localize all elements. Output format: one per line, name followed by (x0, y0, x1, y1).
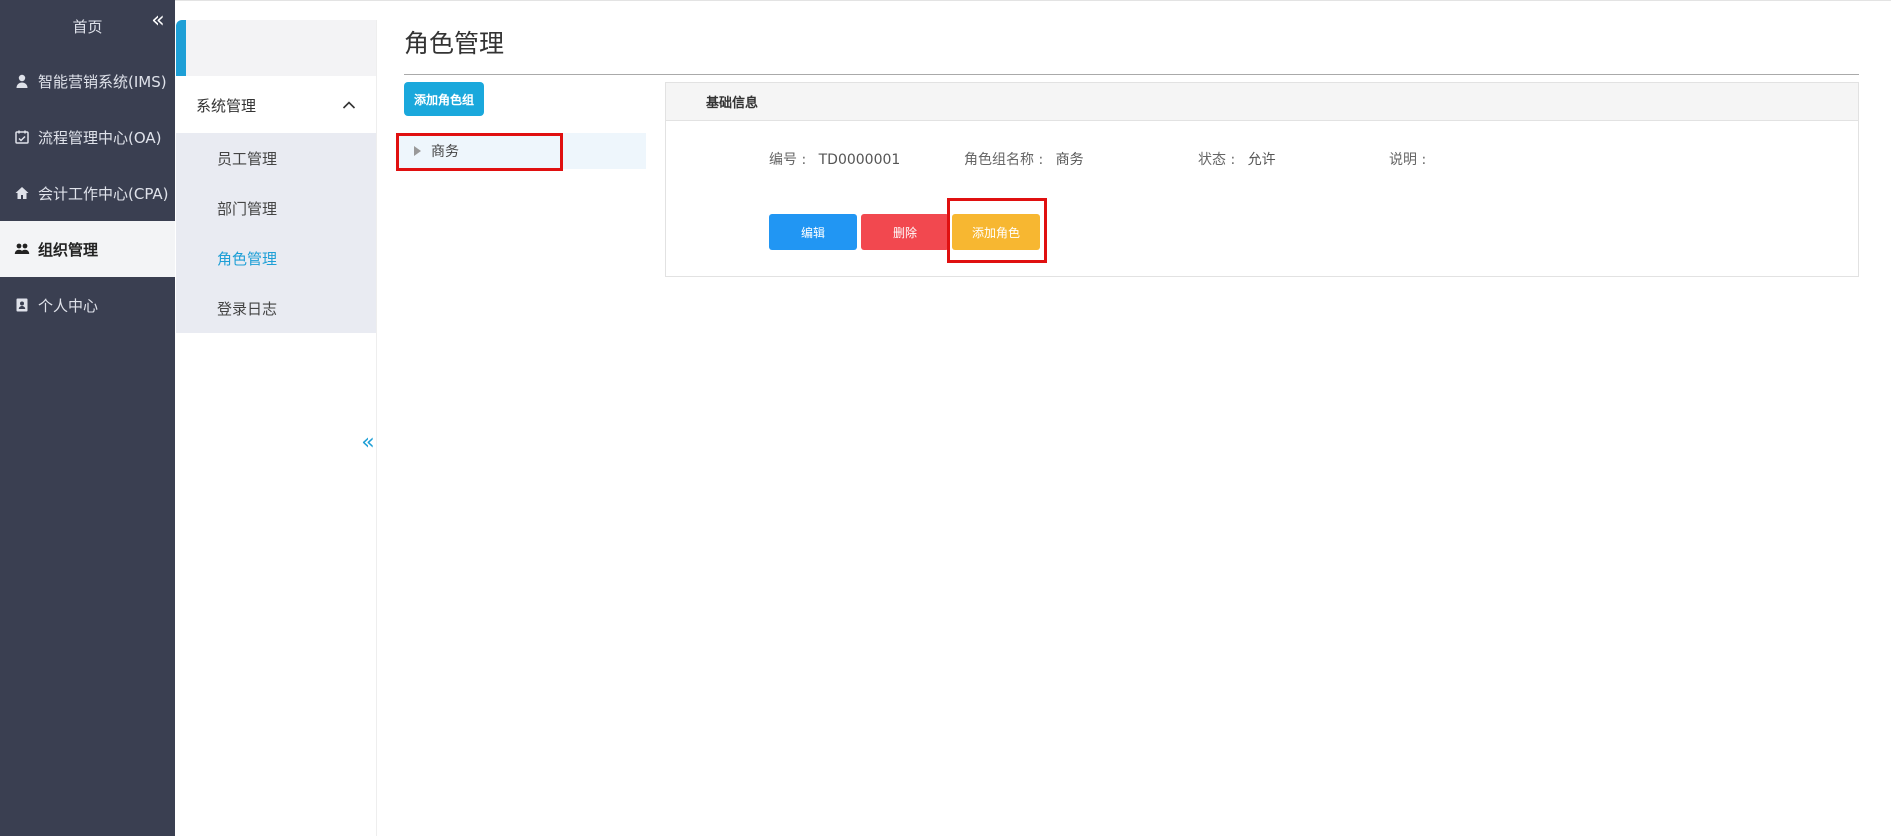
sidebar-item-label: 组织管理 (38, 240, 99, 259)
field-group-name-value: 商务 (1055, 152, 1084, 168)
submenu-collapse-icon[interactable]: « (358, 432, 378, 456)
contact-book-icon (16, 298, 28, 312)
sidebar-item-personal[interactable]: 个人中心 (0, 277, 175, 333)
field-group-name-label: 角色组名称 : (964, 152, 1044, 168)
field-status-value: 允许 (1247, 152, 1276, 168)
sidebar-item-label: 会计工作中心(CPA) (38, 184, 169, 203)
submenu-group-label: 系统管理 (196, 96, 257, 115)
title-divider (404, 74, 1859, 75)
main-sidebar: 首页 « 智能营销系统(IMS) 流程管理中心(OA) 会计工作中心(CPA) (0, 0, 175, 836)
submenu-list: 员工管理 部门管理 角色管理 登录日志 (176, 133, 376, 333)
delete-button[interactable]: 删除 (861, 214, 949, 250)
sidebar-item-ims[interactable]: 智能营销系统(IMS) (0, 53, 175, 109)
submenu-group-system[interactable]: 系统管理 (176, 77, 376, 133)
field-code-value: TD0000001 (818, 152, 901, 168)
submenu-item-label: 角色管理 (217, 249, 278, 268)
tree-node-business[interactable]: 商务 (396, 133, 646, 169)
field-status-label: 状态 : (1198, 152, 1236, 168)
users-icon (14, 243, 30, 254)
submenu-item-department[interactable]: 部门管理 (176, 183, 376, 233)
field-status: 状态 : 允许 (1198, 149, 1276, 169)
field-description: 说明 : (1389, 149, 1434, 169)
panel-header: 基础信息 (666, 83, 1858, 121)
sidebar-item-label: 智能营销系统(IMS) (38, 72, 167, 91)
submenu-item-label: 部门管理 (217, 199, 278, 218)
sidebar-item-label: 个人中心 (38, 296, 99, 315)
submenu-item-login-log[interactable]: 登录日志 (176, 283, 376, 333)
home-icon (15, 187, 29, 199)
field-code-label: 编号 : (769, 152, 807, 168)
sidebar-item-organization[interactable]: 组织管理 (0, 221, 175, 277)
submenu-item-role[interactable]: 角色管理 (176, 233, 376, 283)
basic-info-panel: 基础信息 编号 : TD0000001 角色组名称 : 商务 状态 : 允许 说… (665, 82, 1859, 277)
calendar-check-icon (15, 130, 29, 144)
caret-right-icon[interactable] (414, 146, 421, 156)
submenu-item-label: 登录日志 (217, 299, 278, 318)
top-border (0, 0, 1891, 1)
submenu-top-block (176, 20, 376, 76)
sidebar-item-cpa[interactable]: 会计工作中心(CPA) (0, 165, 175, 221)
sidebar-item-label: 流程管理中心(OA) (38, 128, 162, 147)
add-role-group-button[interactable]: 添加角色组 (404, 82, 484, 116)
sidebar-home-label: 首页 (72, 17, 103, 36)
edit-button[interactable]: 编辑 (769, 214, 857, 250)
field-code: 编号 : TD0000001 (769, 149, 900, 169)
field-group-name: 角色组名称 : 商务 (964, 149, 1084, 169)
sidebar-collapse-icon[interactable]: « (147, 10, 169, 34)
chevron-up-icon (342, 101, 356, 109)
submenu-item-label: 员工管理 (217, 149, 278, 168)
sidebar-item-oa[interactable]: 流程管理中心(OA) (0, 109, 175, 165)
page-title: 角色管理 (404, 29, 505, 58)
field-description-label: 说明 : (1389, 152, 1427, 168)
add-role-button[interactable]: 添加角色 (952, 214, 1040, 250)
tree-node-label: 商务 (431, 144, 459, 160)
submenu-item-employee[interactable]: 员工管理 (176, 133, 376, 183)
user-icon (16, 74, 28, 88)
submenu-divider (376, 20, 377, 836)
